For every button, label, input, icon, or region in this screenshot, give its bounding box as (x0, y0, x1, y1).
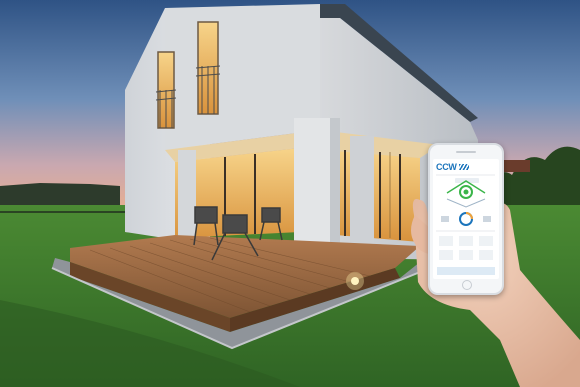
treeline (0, 183, 120, 205)
front-column-shade (330, 118, 340, 260)
deck-light-halo (346, 272, 364, 290)
distant-roof (500, 160, 530, 172)
smartphone: CCW (428, 143, 504, 295)
corner-pillar (350, 136, 374, 246)
photo-scene: CCW (0, 0, 580, 387)
phone-speaker (456, 151, 476, 153)
app-dashboard (436, 174, 495, 275)
left-column (178, 150, 196, 242)
phone-screen: CCW (433, 159, 499, 279)
home-button (462, 280, 472, 290)
